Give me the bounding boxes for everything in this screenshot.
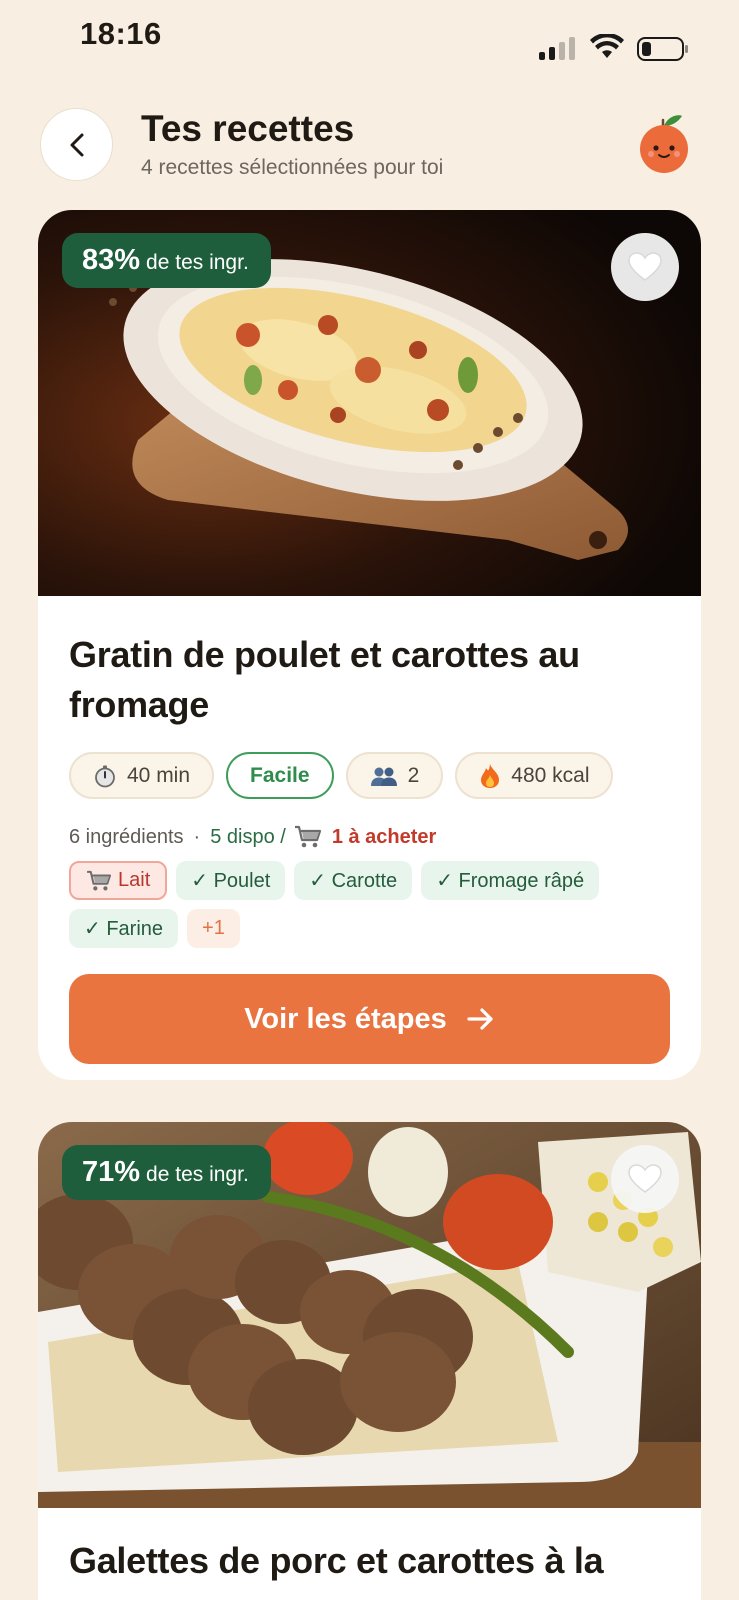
- calories-value: 480 kcal: [511, 763, 590, 787]
- ingredient-tag-available: ✓ Farine: [69, 909, 179, 948]
- back-chevron-icon: [70, 133, 83, 156]
- ingredients-available: 5 dispo /: [210, 825, 286, 848]
- ingredient-tags: Lait ✓ Poulet ✓ Carotte ✓ Fromage râpé ✓…: [69, 861, 679, 948]
- battery-icon: [637, 37, 688, 61]
- signal-icon: [539, 36, 577, 60]
- match-label: de tes ingr.: [146, 1163, 249, 1186]
- ingredient-name: Lait: [118, 869, 151, 891]
- recipe-card[interactable]: 71% de tes ingr. Galettes de porc et car…: [38, 1122, 701, 1600]
- favorite-button[interactable]: [611, 233, 679, 301]
- mascot-orange-icon[interactable]: [638, 112, 690, 174]
- recipe-photo: 71% de tes ingr.: [38, 1122, 701, 1508]
- recipe-card-body: Gratin de poulet et carottes au fromage …: [69, 596, 679, 1064]
- recipe-card-body: Galettes de porc et carottes à la: [69, 1508, 679, 1586]
- time-value: 40 min: [127, 763, 191, 787]
- ingredients-to-buy: 1 à acheter: [331, 825, 437, 848]
- ingredient-tag-available: ✓ Carotte: [294, 861, 413, 900]
- cart-icon: [86, 870, 112, 892]
- match-label: de tes ingr.: [146, 251, 249, 274]
- page-title: Tes recettes: [141, 108, 355, 149]
- view-steps-label: Voir les étapes: [244, 1002, 447, 1035]
- ingredients-summary: 6 ingrédients · 5 dispo / 1 à acheter: [69, 825, 679, 849]
- recipe-photo: 83% de tes ingr.: [38, 210, 701, 596]
- view-steps-button[interactable]: Voir les étapes: [69, 974, 670, 1064]
- cart-icon: [294, 825, 322, 849]
- recipe-title: Gratin de poulet et carottes au fromage: [69, 634, 580, 725]
- arrow-right-icon: [467, 1008, 493, 1030]
- favorite-button[interactable]: [611, 1145, 679, 1213]
- status-bar: 18:16: [0, 0, 739, 72]
- ingredients-count: 6 ingrédients: [69, 825, 184, 848]
- match-percent: 71%: [82, 1156, 141, 1188]
- heart-icon: [628, 1164, 662, 1193]
- flame-icon: [479, 763, 501, 789]
- servings-value: 2: [407, 763, 420, 787]
- ingredient-match-badge: 83% de tes ingr.: [62, 233, 271, 288]
- wifi-icon: [590, 34, 624, 58]
- heart-icon: [628, 252, 662, 281]
- status-time: 18:16: [80, 16, 162, 51]
- calories-chip: 480 kcal: [455, 752, 614, 799]
- time-chip: 40 min: [69, 752, 215, 799]
- recipe-meta-row: 40 min Facile 2 480 kcal: [69, 752, 679, 799]
- page-subtitle: 4 recettes sélectionnées pour toi: [141, 156, 444, 179]
- recipe-title: Galettes de porc et carottes à la: [69, 1540, 604, 1581]
- back-button[interactable]: [40, 108, 113, 181]
- ingredient-tag-available: ✓ Poulet: [176, 861, 286, 900]
- match-percent: 83%: [82, 244, 141, 276]
- recipe-card[interactable]: 83% de tes ingr. Gratin de poulet et car…: [38, 210, 701, 1080]
- people-icon: [370, 765, 398, 787]
- difficulty-value: Facile: [250, 763, 310, 787]
- difficulty-chip: Facile: [226, 752, 334, 799]
- servings-chip: 2: [345, 752, 444, 799]
- more-ingredients-tag[interactable]: +1: [187, 909, 240, 948]
- stopwatch-icon: [93, 764, 117, 788]
- summary-separator: ·: [193, 825, 201, 848]
- ingredient-tag-missing: Lait: [69, 861, 168, 900]
- screen: 18:16 Tes recettes 4 recettes sélectionn…: [0, 0, 739, 1600]
- ingredient-match-badge: 71% de tes ingr.: [62, 1145, 271, 1200]
- ingredient-tag-available: ✓ Fromage râpé: [421, 861, 600, 900]
